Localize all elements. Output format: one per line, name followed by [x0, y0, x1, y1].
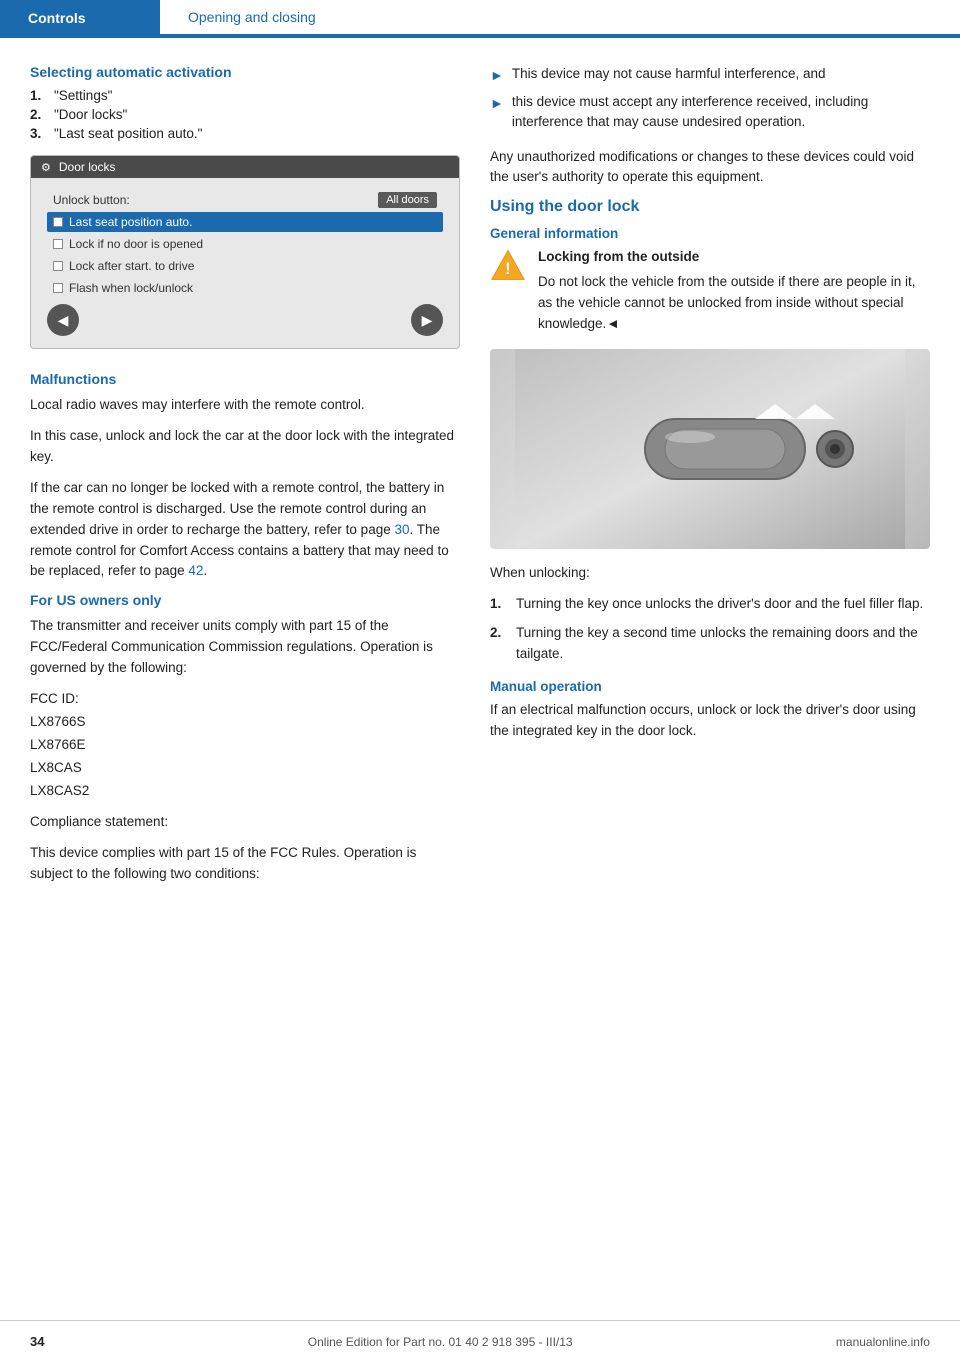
- header-section-tab[interactable]: Opening and closing: [160, 0, 960, 36]
- screen-nav: ◀ ▶: [47, 304, 443, 336]
- unlock-step-1-text: Turning the key once unlocks the driver'…: [516, 594, 923, 615]
- unlock-step-2-text: Turning the key a second time unlocks th…: [516, 623, 930, 665]
- door-lock-image: [490, 349, 930, 549]
- arrow-item-2-text: this device must accept any interference…: [512, 92, 930, 133]
- step-1-text: "Settings": [54, 88, 112, 103]
- main-content: Selecting automatic activation 1. "Setti…: [0, 36, 960, 895]
- fcc-id-2: LX8766E: [30, 735, 460, 756]
- section-tab-label: Opening and closing: [188, 9, 316, 25]
- screen-title-bar: ⚙ Door locks: [31, 156, 459, 178]
- header-divider: [0, 36, 960, 38]
- screen-row-3: Lock after start. to drive: [47, 256, 443, 276]
- fcc-id-block: FCC ID: LX8766S LX8766E LX8CAS LX8CAS2: [30, 689, 460, 802]
- for-us-p1: The transmitter and receiver units compl…: [30, 616, 460, 679]
- malfunctions-p3-part1: If the car can no longer be locked with …: [30, 480, 444, 537]
- watermark-text: manualonline.info: [836, 1335, 930, 1349]
- screen-icon: ⚙: [41, 161, 51, 174]
- unlock-label: Unlock button:: [53, 193, 130, 207]
- arrow-bullet-2: ►: [490, 93, 504, 133]
- malfunctions-heading: Malfunctions: [30, 371, 460, 387]
- malfunctions-p3: If the car can no longer be locked with …: [30, 478, 460, 583]
- screen-row-2: Lock if no door is opened: [47, 234, 443, 254]
- unlock-steps-list: 1. Turning the key once unlocks the driv…: [490, 594, 930, 665]
- door-lock-heading: Using the door lock: [490, 198, 930, 216]
- for-us-heading: For US owners only: [30, 592, 460, 608]
- compliance-label: Compliance statement:: [30, 812, 460, 833]
- fcc-id-1: LX8766S: [30, 712, 460, 733]
- warning-content: Locking from the outside Do not lock the…: [538, 247, 930, 335]
- unlock-step-2-num: 2.: [490, 623, 506, 665]
- steps-list: 1. "Settings" 2. "Door locks" 3. "Last s…: [30, 88, 460, 141]
- arrow-list: ► This device may not cause harmful inte…: [490, 64, 930, 133]
- unlock-step-1-num: 1.: [490, 594, 506, 615]
- step-3-text: "Last seat position auto.": [54, 126, 202, 141]
- manual-op-heading: Manual operation: [490, 679, 930, 694]
- when-unlocking: When unlocking:: [490, 563, 930, 584]
- arrow-bullet-1: ►: [490, 65, 504, 86]
- door-lock-svg: [490, 349, 930, 549]
- edition-text: Online Edition for Part no. 01 40 2 918 …: [308, 1335, 573, 1349]
- fcc-id-3: LX8CAS: [30, 758, 460, 779]
- manual-op-text: If an electrical malfunction occurs, unl…: [490, 700, 930, 742]
- link-page-42[interactable]: 42: [188, 563, 203, 578]
- fcc-id-label: FCC ID:: [30, 689, 460, 710]
- step-3-num: 3.: [30, 126, 46, 141]
- unlock-step-1: 1. Turning the key once unlocks the driv…: [490, 594, 930, 615]
- step-2-text: "Door locks": [54, 107, 127, 122]
- nav-right: ▶: [411, 304, 443, 336]
- unlock-value: All doors: [378, 192, 437, 208]
- unauthorized-p: Any unauthorized modifications or change…: [490, 147, 930, 189]
- warning-box: ! Locking from the outside Do not lock t…: [490, 247, 930, 335]
- screen-row2-label: Lock if no door is opened: [69, 237, 203, 251]
- arrow-item-1-text: This device may not cause harmful interf…: [512, 64, 826, 86]
- screen-row-highlight: Last seat position auto.: [47, 212, 443, 232]
- left-column: Selecting automatic activation 1. "Setti…: [30, 64, 460, 895]
- footer: 34 Online Edition for Part no. 01 40 2 9…: [0, 1320, 960, 1362]
- checkbox-2: [53, 239, 63, 249]
- malfunctions-p1: Local radio waves may interfere with the…: [30, 395, 460, 416]
- selecting-heading: Selecting automatic activation: [30, 64, 460, 80]
- screen-title: Door locks: [59, 160, 116, 174]
- screen-simulation: ⚙ Door locks Unlock button: All doors La…: [30, 155, 460, 349]
- checkbox-1: [53, 217, 63, 227]
- screen-row-4: Flash when lock/unlock: [47, 278, 443, 298]
- screen-row4-label: Flash when lock/unlock: [69, 281, 193, 295]
- svg-text:!: !: [505, 260, 510, 278]
- controls-tab-label: Controls: [28, 10, 86, 26]
- warning-title: Locking from the outside: [538, 247, 930, 268]
- step-2-num: 2.: [30, 107, 46, 122]
- fcc-id-4: LX8CAS2: [30, 781, 460, 802]
- link-page-30[interactable]: 30: [394, 522, 409, 537]
- step-3: 3. "Last seat position auto.": [30, 126, 460, 141]
- step-1-num: 1.: [30, 88, 46, 103]
- header: Controls Opening and closing: [0, 0, 960, 36]
- checkbox-3: [53, 261, 63, 271]
- warning-text: Do not lock the vehicle from the outside…: [538, 272, 930, 335]
- unlock-row: Unlock button: All doors: [47, 188, 443, 212]
- nav-left: ◀: [47, 304, 79, 336]
- header-controls-tab[interactable]: Controls: [0, 0, 160, 36]
- general-info-heading: General information: [490, 226, 930, 241]
- warning-icon: !: [490, 247, 526, 286]
- right-column: ► This device may not cause harmful inte…: [490, 64, 930, 895]
- compliance-p: This device complies with part 15 of the…: [30, 843, 460, 885]
- arrow-item-2: ► this device must accept any interferen…: [490, 92, 930, 133]
- page-number: 34: [30, 1334, 44, 1349]
- malfunctions-p3-end: .: [203, 563, 207, 578]
- screen-row3-label: Lock after start. to drive: [69, 259, 194, 273]
- warning-triangle-svg: !: [490, 247, 526, 283]
- unlock-step-2: 2. Turning the key a second time unlocks…: [490, 623, 930, 665]
- step-1: 1. "Settings": [30, 88, 460, 103]
- checkbox-4: [53, 283, 63, 293]
- malfunctions-p2: In this case, unlock and lock the car at…: [30, 426, 460, 468]
- screen-row1-label: Last seat position auto.: [69, 215, 192, 229]
- arrow-item-1: ► This device may not cause harmful inte…: [490, 64, 930, 86]
- step-2: 2. "Door locks": [30, 107, 460, 122]
